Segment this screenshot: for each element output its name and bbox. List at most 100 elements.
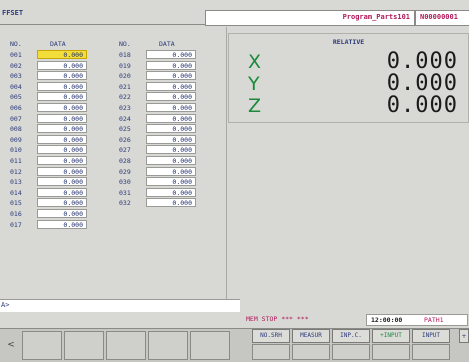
softkey-face[interactable] (412, 344, 450, 360)
offset-row[interactable]: 015 0.000 (10, 198, 90, 209)
offset-row[interactable]: 032 0.000 (119, 198, 199, 209)
offset-value[interactable]: 0.000 (37, 177, 87, 187)
offset-number: 026 (119, 135, 131, 144)
panel-divider (226, 27, 227, 299)
offset-number: 014 (10, 188, 22, 197)
column-header-data: DATA (159, 40, 175, 48)
offset-number: 027 (119, 146, 131, 155)
offset-number: 015 (10, 199, 22, 208)
offset-row[interactable]: 028 0.000 (119, 156, 199, 167)
axis-z-value: 0.000 (386, 93, 458, 118)
column-header-data: DATA (50, 40, 66, 48)
softkey-input[interactable]: INPUT (412, 329, 450, 343)
offset-value[interactable]: 0.000 (37, 92, 87, 102)
relative-title: RELATIVE (332, 38, 365, 46)
offset-value[interactable]: 0.000 (146, 92, 196, 102)
offset-row[interactable]: 008 0.000 (10, 124, 90, 135)
offset-value[interactable]: 0.000 (37, 113, 87, 123)
offset-value[interactable]: 0.000 (146, 103, 196, 112)
offset-row[interactable]: 031 0.000 (119, 187, 199, 199)
offset-value[interactable]: 0.000 (37, 124, 87, 134)
offset-row[interactable]: 022 0.000 (119, 92, 199, 103)
softkey-measure[interactable]: MEASUR (292, 329, 330, 343)
offset-value[interactable]: 0.000 (37, 209, 87, 218)
offset-value[interactable]: 0.000 (37, 156, 87, 165)
offset-row[interactable]: 007 0.000 (10, 113, 90, 125)
offset-value[interactable]: 0.000 (146, 187, 196, 197)
offset-row[interactable]: 010 0.000 (10, 145, 90, 156)
offset-value[interactable]: 0.000 (37, 219, 87, 229)
offset-row[interactable]: 006 0.000 (10, 103, 90, 114)
offset-row[interactable]: 020 0.000 (119, 71, 199, 82)
softkey-face[interactable] (372, 344, 410, 360)
softkey-blank-1[interactable] (22, 331, 62, 360)
offset-row[interactable]: 011 0.000 (10, 156, 90, 167)
offset-row[interactable]: 029 0.000 (119, 166, 199, 178)
offset-row[interactable]: 013 0.000 (10, 177, 90, 188)
column-header-no: NO. (119, 40, 131, 48)
offset-value[interactable]: 0.000 (37, 145, 87, 155)
offset-row[interactable]: 018 0.000 (119, 50, 199, 61)
offset-row[interactable]: 026 0.000 (119, 134, 199, 146)
offset-row[interactable]: 004 0.000 (10, 81, 90, 93)
offset-value[interactable]: 0.000 (146, 50, 196, 59)
offset-value[interactable]: 0.000 (37, 71, 87, 81)
offset-row[interactable]: 001 0.000 (10, 50, 90, 61)
softkey-prev-arrow-icon[interactable]: < (2, 329, 20, 362)
offset-row[interactable]: 014 0.000 (10, 187, 90, 199)
softkey-face[interactable] (332, 344, 370, 360)
offset-value[interactable]: 0.000 (37, 198, 87, 208)
softkey-face[interactable] (252, 344, 290, 360)
offset-value[interactable]: 0.000 (146, 60, 196, 70)
offset-value[interactable]: 0.000 (146, 71, 196, 81)
program-name: Program_Parts101 (342, 13, 410, 21)
offset-value-cursor[interactable]: 0.000 (37, 50, 87, 59)
offset-value[interactable]: 0.000 (146, 156, 196, 165)
softkey-face[interactable] (292, 344, 330, 360)
key-input-buffer[interactable]: A> (0, 299, 240, 312)
axis-y-label: Y (248, 73, 260, 95)
offset-value[interactable]: 0.000 (146, 177, 196, 187)
offset-value[interactable]: 0.000 (37, 60, 87, 70)
offset-value[interactable]: 0.000 (37, 166, 87, 176)
offset-row[interactable]: 025 0.000 (119, 124, 199, 135)
offset-value[interactable]: 0.000 (146, 166, 196, 176)
softkey-next-icon[interactable]: + (459, 329, 469, 343)
offset-value[interactable]: 0.000 (37, 81, 87, 91)
offset-value[interactable]: 0.000 (146, 134, 196, 144)
offset-row[interactable]: 003 0.000 (10, 71, 90, 82)
softkey-blank-4[interactable] (148, 331, 188, 360)
softkey-no-search[interactable]: NO.SRH (252, 329, 290, 343)
offset-row[interactable]: 002 0.000 (10, 60, 90, 72)
offset-value[interactable]: 0.000 (37, 103, 87, 112)
offset-value[interactable]: 0.000 (146, 198, 196, 208)
offset-row[interactable]: 012 0.000 (10, 166, 90, 178)
softkey-blank-5[interactable] (190, 331, 230, 360)
offset-number: 018 (119, 51, 131, 59)
offset-number: 012 (10, 167, 22, 176)
offset-row[interactable]: 030 0.000 (119, 177, 199, 188)
offset-number: 016 (10, 210, 22, 218)
offset-value[interactable]: 0.000 (146, 81, 196, 91)
offset-number: 021 (119, 82, 131, 91)
offset-row[interactable]: 016 0.000 (10, 209, 90, 220)
offset-row[interactable]: 021 0.000 (119, 81, 199, 93)
offset-row[interactable]: 027 0.000 (119, 145, 199, 156)
softkey-input-c[interactable]: INP.C. (332, 329, 370, 343)
offset-value[interactable]: 0.000 (37, 187, 87, 197)
softkey-blank-2[interactable] (64, 331, 104, 360)
offset-row[interactable]: 009 0.000 (10, 134, 90, 146)
offset-value[interactable]: 0.000 (37, 134, 87, 144)
offset-row[interactable]: 017 0.000 (10, 219, 90, 231)
softkey-plus-input[interactable]: +INPUT (372, 329, 410, 343)
offset-value[interactable]: 0.000 (146, 113, 196, 123)
offset-row[interactable]: 005 0.000 (10, 92, 90, 103)
column-header-no: NO. (10, 40, 22, 48)
axis-x-label: X (248, 51, 262, 73)
softkey-blank-3[interactable] (106, 331, 146, 360)
offset-value[interactable]: 0.000 (146, 124, 196, 134)
offset-row[interactable]: 023 0.000 (119, 103, 199, 114)
offset-row[interactable]: 019 0.000 (119, 60, 199, 72)
offset-value[interactable]: 0.000 (146, 145, 196, 155)
offset-row[interactable]: 024 0.000 (119, 113, 199, 125)
